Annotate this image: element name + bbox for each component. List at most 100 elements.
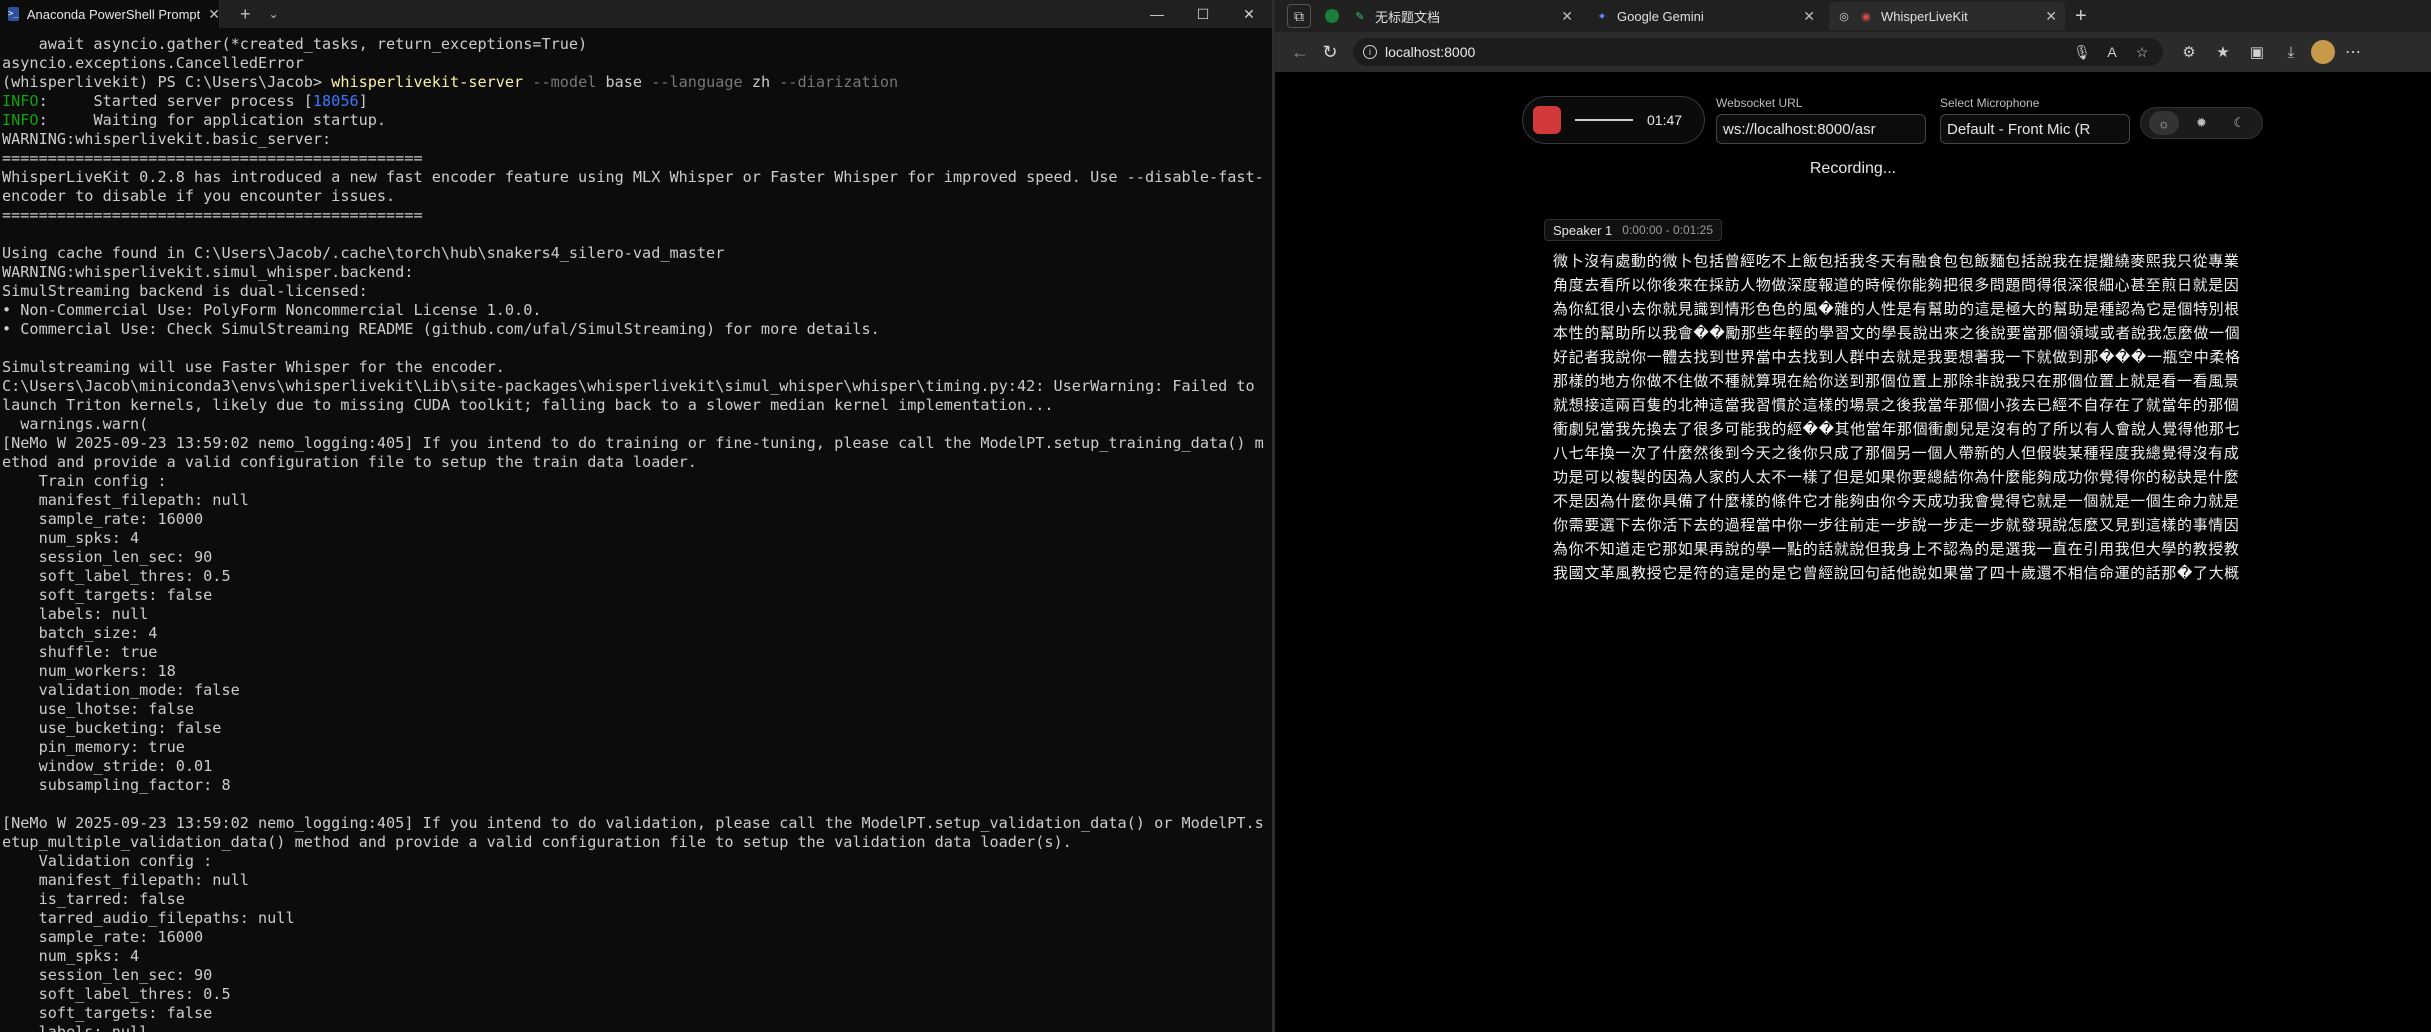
terminal-text: zh [742,73,771,91]
terminal-tab[interactable]: >_ Anaconda PowerShell Prompt ✕ [0,0,220,28]
new-tab-button[interactable]: + [240,4,251,25]
terminal-line: window_stride: 0.01 [2,757,1268,776]
microphone-select[interactable]: Default - Front Mic (R [1940,114,2130,144]
terminal-text: soft_targets: false [2,586,213,604]
terminal-text: tarred_audio_filepaths: null [2,909,295,927]
terminal-text: etup_multiple_validation_data() method a… [2,833,1072,851]
terminal-text: Simulstreaming will use Faster Whisper f… [2,358,505,376]
address-bar[interactable]: i localhost:8000 🎙 A ☆ [1353,38,2163,66]
terminal-text: • Non-Commercial Use: PolyForm Noncommer… [2,301,542,319]
extensions-icon[interactable]: ⚙ [2175,38,2203,66]
terminal-line: [NeMo W 2025-09-23 13:59:02 nemo_logging… [2,434,1268,453]
terminal-text: ] [358,92,368,110]
minimize-button[interactable]: — [1134,0,1180,28]
tab-title: Google Gemini [1617,8,1704,24]
terminal-titlebar: >_ Anaconda PowerShell Prompt ✕ + ⌄ — ☐ … [0,0,1272,28]
terminal-line: shuffle: true [2,643,1268,662]
terminal-line: encoder to disable if you encounter issu… [2,187,1268,206]
terminal-line: session_len_sec: 90 [2,966,1268,985]
terminal-line: [NeMo W 2025-09-23 13:59:02 nemo_logging… [2,814,1268,833]
terminal-tab-title: Anaconda PowerShell Prompt [26,6,201,22]
close-tab-icon[interactable]: ✕ [2045,8,2057,25]
terminal-text: launch Triton kernels, likely due to mis… [2,396,1054,414]
profile-avatar[interactable] [2311,40,2335,64]
terminal-line: WARNING:whisperlivekit.simul_whisper.bac… [2,263,1268,282]
terminal-line: num_spks: 4 [2,947,1268,966]
terminal-text: await asyncio.gather(*created_tasks, ret… [2,35,588,53]
terminal-line: warnings.warn( [2,415,1268,434]
info-icon[interactable]: i [1363,45,1377,59]
powershell-icon: >_ [8,7,19,21]
terminal-line: Train config : [2,472,1268,491]
terminal-line: soft_label_thres: 0.5 [2,985,1268,1004]
terminal-text: labels: null [2,605,149,623]
terminal-line: num_workers: 18 [2,662,1268,681]
terminal-text: --model [523,73,597,91]
tab-dropdown-button[interactable]: ⌄ [269,7,279,21]
terminal-text: warnings.warn( [2,415,149,433]
read-aloud-icon[interactable]: A [2101,44,2123,60]
dark-theme-icon[interactable]: ☾ [2224,111,2254,135]
microphone-group: Select Microphone Default - Front Mic (R [1940,96,2130,144]
websocket-url-input[interactable]: ws://localhost:8000/asr [1716,114,1926,144]
light-theme-icon[interactable]: ✹ [2186,111,2216,135]
terminal-text: WARNING:whisperlivekit.basic_server: [2,130,332,148]
terminal-text: is_tarred: false [2,890,185,908]
speaker-name: Speaker 1 [1553,222,1613,238]
terminal-line: asyncio.exceptions.CancelledError [2,54,1268,73]
terminal-line: ========================================… [2,149,1268,168]
terminal-text: [NeMo W 2025-09-23 13:59:02 nemo_logging… [2,434,1264,452]
downloads-icon[interactable]: ⤓ [2277,38,2305,66]
close-tab-icon[interactable]: ✕ [1803,8,1815,25]
terminal-line: validation_mode: false [2,681,1268,700]
browser-toolbar: ← ↻ i localhost:8000 🎙 A ☆ ⚙ ★ ▣ ⤓ ⋯ [1275,32,2431,72]
terminal-line: manifest_filepath: null [2,491,1268,510]
collections-icon[interactable]: ▣ [2243,38,2271,66]
terminal-line: INFO: Waiting for application startup. [2,111,1268,130]
terminal-line: use_bucketing: false [2,719,1268,738]
more-menu-icon[interactable]: ⋯ [2345,42,2361,62]
terminal-line: sample_rate: 16000 [2,928,1268,947]
tab-google-gemini[interactable]: ✦ Google Gemini ✕ [1587,2,1823,30]
terminal-text: whisperlivekit-server [331,73,524,91]
tab-whisperlivekit[interactable]: ◎ ◉ WhisperLiveKit ✕ [1829,2,2065,30]
document-tab-icon: ✎ [1355,10,1365,23]
favorite-star-icon[interactable]: ☆ [2131,44,2153,61]
terminal-line: Validation config : [2,852,1268,871]
new-tab-button[interactable]: + [2075,5,2087,28]
terminal-output[interactable]: await asyncio.gather(*created_tasks, ret… [2,35,1268,1032]
close-tab-icon[interactable]: ✕ [1561,8,1573,25]
terminal-text: --diarization [770,73,899,91]
terminal-text: manifest_filepath: null [2,491,249,509]
close-tab-icon[interactable]: ✕ [208,6,220,23]
page-content: 01:47 Websocket URL ws://localhost:8000/… [1275,72,2431,1032]
terminal-line: labels: null [2,605,1268,624]
url-text[interactable]: localhost:8000 [1385,44,2063,60]
terminal-text: window_stride: 0.01 [2,757,213,775]
terminal-line: pin_memory: true [2,738,1268,757]
terminal-line: etup_multiple_validation_data() method a… [2,833,1268,852]
terminal-text: (whisperlivekit) PS C:\Users\Jacob> [2,73,332,91]
tab-group-icon[interactable] [1325,9,1339,23]
favorites-icon[interactable]: ★ [2209,38,2237,66]
workspaces-icon[interactable]: ⧉ [1287,4,1311,28]
terminal-line: await asyncio.gather(*created_tasks, ret… [2,35,1268,54]
close-window-button[interactable]: ✕ [1226,0,1272,28]
browser-tabbar: ⧉ ✎ 无标题文档 ✕ ✦ Google Gemini ✕ ◎ ◉ Whispe… [1275,0,2431,32]
recording-timer: 01:47 [1647,112,1683,128]
terminal-text: num_spks: 4 [2,947,140,965]
tab-untitled-doc[interactable]: ✎ 无标题文档 ✕ [1345,2,1581,30]
microphone-icon[interactable]: 🎙 [2071,44,2093,61]
terminal-text: pin_memory: true [2,738,185,756]
system-theme-icon[interactable]: ☼ [2148,111,2179,135]
stop-recording-button[interactable] [1533,106,1561,134]
back-arrow-icon[interactable]: ← [1285,37,1315,67]
terminal-text: session_len_sec: 90 [2,966,213,984]
maximize-button[interactable]: ☐ [1180,0,1226,28]
terminal-line: soft_targets: false [2,1004,1268,1023]
refresh-icon[interactable]: ↻ [1315,37,1345,67]
terminal-line: ========================================… [2,206,1268,225]
terminal-text: use_lhotse: false [2,700,195,718]
terminal-text: WARNING:whisperlivekit.simul_whisper.bac… [2,263,414,281]
